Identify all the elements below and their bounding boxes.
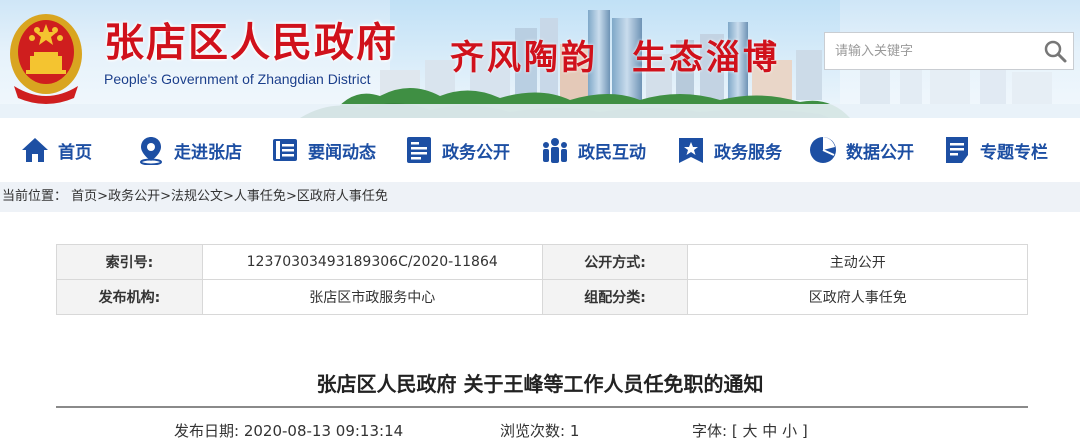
publish-mode-label: 公开方式: [541, 244, 689, 280]
site-title: 张店区人民政府 [104, 20, 398, 66]
nav-item-label: 政务服务 [714, 142, 782, 163]
breadcrumb-separator: > [160, 189, 171, 204]
topic-icon [946, 137, 968, 163]
nav-item-label: 要闻动态 [308, 142, 376, 163]
nav-item-label: 首页 [58, 142, 92, 163]
font-bracket-open: [ [731, 422, 738, 438]
main-nav: 首页 走进张店 要闻动态 政务公开 政民互动 政务服务 数据公开 专题专栏 [0, 118, 1080, 182]
publish-date-label: 发布日期: [174, 422, 240, 438]
category-label: 组配分类: [541, 279, 689, 315]
breadcrumb-separator: > [97, 189, 109, 204]
publish-date-value: 2020-08-13 09:13:14 [243, 422, 404, 438]
nav-item-label: 政民互动 [578, 142, 646, 163]
view-count-label: 浏览次数: [500, 422, 566, 438]
publish-date: 发布日期: 2020-08-13 09:13:14 [174, 420, 403, 438]
breadcrumb-separator: > [285, 189, 297, 204]
font-medium-button[interactable]: 中 [762, 422, 777, 438]
star-badge-icon [679, 138, 703, 163]
nav-item-gov-open[interactable]: 政务公开 [404, 132, 510, 168]
breadcrumb-prefix: 当前位置： [2, 189, 68, 204]
search-icon[interactable] [1041, 37, 1069, 65]
pie-chart-icon [810, 137, 836, 163]
nav-item-news[interactable]: 要闻动态 [270, 132, 376, 168]
issuing-org-label: 发布机构: [56, 279, 203, 315]
font-small-button[interactable]: 小 [782, 422, 797, 438]
nav-item-services[interactable]: 政务服务 [676, 132, 782, 168]
nav-item-data[interactable]: 数据公开 [808, 132, 914, 168]
nav-item-topics[interactable]: 专题专栏 [942, 132, 1048, 168]
nav-item-about[interactable]: 走进张店 [136, 132, 242, 168]
table-row: 索引号: 12370303493189306C/2020-11864 公开方式:… [56, 244, 1028, 280]
view-count-value: 1 [569, 422, 580, 438]
breadcrumb: 当前位置： 首页>政务公开>法规公文>人事任免>区政府人事任免 [0, 182, 1080, 212]
breadcrumb-item-home[interactable]: 首页 [71, 189, 97, 204]
header-banner: 张店区人民政府 People's Government of Zhangdian… [0, 0, 1080, 118]
news-list-icon [273, 139, 297, 161]
article-title: 张店区人民政府 关于王峰等工作人员任免职的通知 [316, 372, 764, 396]
breadcrumb-item-district-personnel[interactable]: 区政府人事任免 [297, 189, 388, 204]
home-icon [22, 138, 48, 162]
nav-item-label: 专题专栏 [980, 142, 1048, 163]
nav-item-home[interactable]: 首页 [20, 132, 92, 168]
people-icon [543, 138, 567, 163]
title-divider [56, 406, 1028, 408]
category-value: 区政府人事任免 [687, 279, 1028, 315]
nav-item-interaction[interactable]: 政民互动 [540, 132, 646, 168]
slogan: 齐风陶韵 生态淄博 [450, 30, 780, 79]
site-subtitle: People's Government of Zhangdian Distric… [104, 71, 371, 87]
index-number-label: 索引号: [56, 244, 203, 280]
breadcrumb-item-regulations[interactable]: 法规公文 [171, 189, 223, 204]
nav-item-label: 数据公开 [846, 142, 914, 163]
font-bracket-close: ] [801, 422, 808, 438]
search-box [824, 32, 1074, 70]
document-info-table: 索引号: 12370303493189306C/2020-11864 公开方式:… [56, 244, 1028, 315]
location-pin-icon [140, 137, 162, 165]
breadcrumb-item-gov-open[interactable]: 政务公开 [108, 189, 160, 204]
font-large-button[interactable]: 大 [742, 422, 757, 438]
issuing-org-value: 张店区市政服务中心 [201, 279, 543, 315]
slogan-left: 齐风陶韵 [450, 38, 598, 78]
view-count: 浏览次数: 1 [500, 420, 579, 438]
nav-item-label: 走进张店 [174, 142, 242, 163]
breadcrumb-item-personnel[interactable]: 人事任免 [234, 189, 286, 204]
table-row: 发布机构: 张店区市政服务中心 组配分类: 区政府人事任免 [56, 279, 1028, 315]
document-icon [407, 137, 431, 163]
publish-mode-value: 主动公开 [687, 244, 1028, 280]
search-input[interactable] [825, 33, 1025, 69]
slogan-right: 生态淄博 [632, 38, 780, 78]
breadcrumb-separator: > [223, 189, 234, 204]
index-number-value: 12370303493189306C/2020-11864 [201, 244, 543, 280]
national-emblem-icon [10, 14, 82, 104]
font-size-switcher: 字体: [ 大 中 小 ] [692, 420, 808, 438]
font-size-label: 字体: [692, 422, 728, 438]
nav-item-label: 政务公开 [442, 142, 510, 163]
